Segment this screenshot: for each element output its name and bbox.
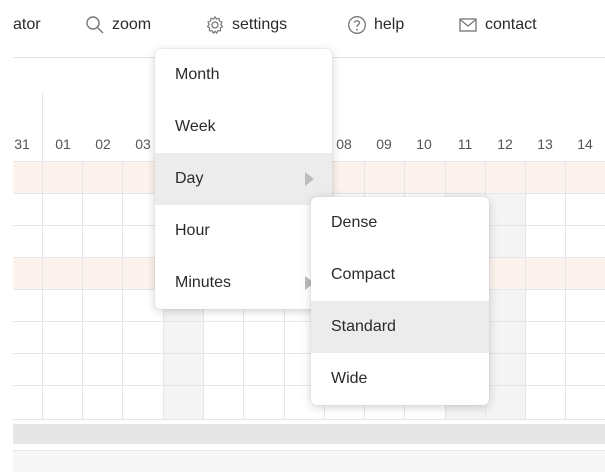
grid-line bbox=[13, 419, 605, 420]
search-icon bbox=[85, 15, 105, 35]
toolbar-truncated-item[interactable]: ator bbox=[13, 14, 41, 36]
contact-button[interactable]: contact bbox=[458, 14, 537, 36]
menu-item-label: Week bbox=[175, 118, 216, 135]
footer-strip bbox=[13, 450, 605, 472]
day-label: 31 bbox=[14, 136, 30, 152]
grid-line bbox=[13, 321, 605, 322]
submenu-item-label: Compact bbox=[331, 266, 396, 283]
submenu-item-label: Standard bbox=[331, 318, 396, 335]
submenu-item-dense[interactable]: Dense bbox=[311, 197, 489, 249]
submenu-item-label: Dense bbox=[331, 214, 378, 231]
day-label: 11 bbox=[457, 136, 473, 152]
grid-line bbox=[525, 162, 526, 420]
day-label: 02 bbox=[95, 136, 111, 152]
menu-item-label: Minutes bbox=[175, 274, 232, 291]
help-label: help bbox=[374, 16, 405, 33]
menu-item-minutes[interactable]: Minutes bbox=[155, 257, 332, 309]
menu-item-label: Hour bbox=[175, 222, 210, 239]
day-label: 13 bbox=[537, 136, 553, 152]
submenu-item-compact[interactable]: Compact bbox=[311, 249, 489, 301]
zoom-button[interactable]: zoom bbox=[85, 14, 151, 36]
submenu-item-standard[interactable]: Standard bbox=[311, 301, 489, 353]
horizontal-scrollbar[interactable] bbox=[13, 424, 605, 444]
submenu-arrow-icon bbox=[305, 172, 314, 186]
menu-item-month[interactable]: Month bbox=[155, 49, 332, 101]
toolbar-truncated-label: ator bbox=[13, 16, 41, 33]
toolbar: ator zoom settings help contact bbox=[0, 0, 605, 58]
menu-item-hour[interactable]: Hour bbox=[155, 205, 332, 257]
day-label: 09 bbox=[376, 136, 392, 152]
menu-item-week[interactable]: Week bbox=[155, 101, 332, 153]
grid-line bbox=[13, 353, 605, 354]
zoom-label: zoom bbox=[112, 16, 152, 33]
day-label: 12 bbox=[497, 136, 513, 152]
day-label: 10 bbox=[416, 136, 432, 152]
menu-item-label: Day bbox=[175, 170, 204, 187]
settings-button[interactable]: settings bbox=[205, 14, 287, 36]
contact-label: contact bbox=[485, 16, 537, 33]
grid-line bbox=[82, 162, 83, 420]
settings-label: settings bbox=[232, 16, 288, 33]
mail-icon bbox=[458, 15, 478, 35]
submenu-item-label: Wide bbox=[331, 370, 368, 387]
menu-item-day[interactable]: Day bbox=[155, 153, 332, 205]
menu-item-label: Month bbox=[175, 66, 220, 83]
grid-line bbox=[13, 385, 605, 386]
day-label: 01 bbox=[55, 136, 71, 152]
grid-line bbox=[565, 162, 566, 420]
help-circle-icon bbox=[347, 15, 367, 35]
help-button[interactable]: help bbox=[347, 14, 404, 36]
day-label: 14 bbox=[577, 136, 593, 152]
submenu-item-wide[interactable]: Wide bbox=[311, 353, 489, 405]
grid-line bbox=[122, 162, 123, 420]
gear-icon bbox=[205, 15, 225, 35]
zoom-menu: Month Week Day Hour Minutes bbox=[155, 49, 332, 309]
density-submenu: Dense Compact Standard Wide bbox=[311, 197, 489, 405]
